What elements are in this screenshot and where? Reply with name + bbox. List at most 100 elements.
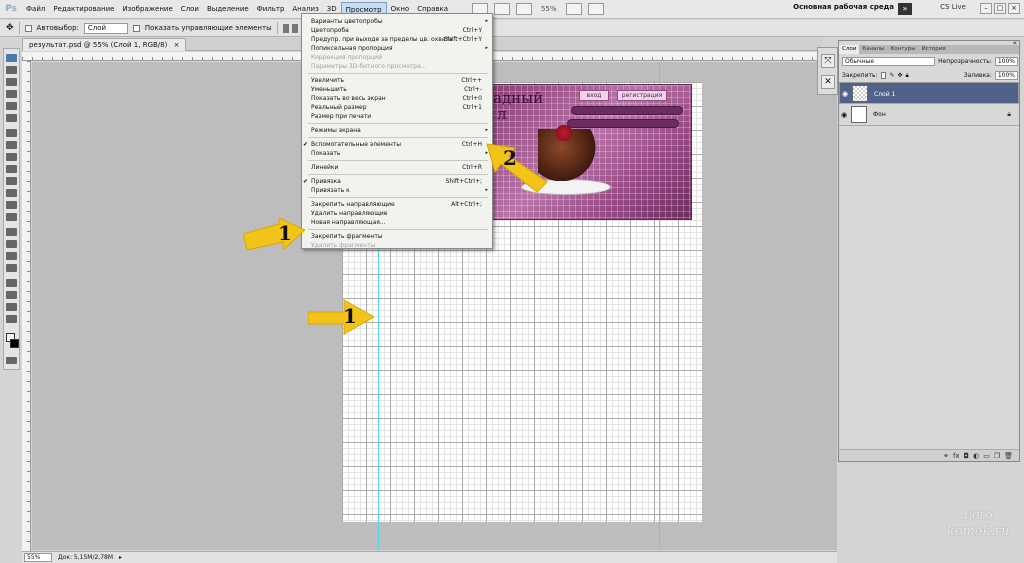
layer-row[interactable]: ◉ Фон 🔒︎ bbox=[839, 104, 1019, 126]
menu-item-snap-to[interactable]: Привязать к ▸ bbox=[302, 186, 492, 195]
minimize-icon[interactable]: – bbox=[980, 3, 992, 14]
marquee-tool-icon[interactable] bbox=[6, 66, 17, 74]
ruler-vertical[interactable] bbox=[22, 61, 31, 551]
annotation-arrow-2 bbox=[486, 143, 548, 193]
menu-item-extras[interactable]: ✔ Вспомогательные элементы Ctrl+H bbox=[302, 140, 492, 149]
tab-layers[interactable]: Слои bbox=[839, 45, 860, 54]
link-layers-icon[interactable]: ⚭ bbox=[943, 452, 949, 460]
workspace-name[interactable]: Основная рабочая среда bbox=[793, 3, 894, 11]
lock-brush-icon[interactable]: ✎ bbox=[889, 72, 894, 79]
cs-live-button[interactable]: CS Live bbox=[940, 3, 966, 11]
tab-paths[interactable]: Контуры bbox=[887, 45, 918, 54]
pen-tool-icon[interactable] bbox=[6, 228, 17, 236]
lock-all-icon[interactable]: 🔒︎ bbox=[906, 72, 909, 80]
document-tab[interactable]: результат.psd @ 55% (Слой 1, RGB/8) × bbox=[22, 38, 187, 51]
autoselect-checkbox[interactable] bbox=[24, 24, 32, 32]
menu-edit[interactable]: Редактирование bbox=[49, 2, 118, 16]
zoom-tool-icon[interactable] bbox=[6, 315, 17, 323]
screen-mode-icon[interactable] bbox=[587, 3, 604, 15]
tab-channels[interactable]: Каналы bbox=[859, 45, 887, 54]
menu-item-screen-mode[interactable]: Режимы экрана ▸ bbox=[302, 126, 492, 135]
new-layer-icon[interactable]: ❐ bbox=[994, 452, 1000, 460]
menu-file[interactable]: Файл bbox=[22, 2, 49, 16]
layer-row[interactable]: ◉ Слой 1 bbox=[839, 82, 1019, 104]
fill-label: Заливка: bbox=[963, 72, 992, 79]
fill-field[interactable]: 100% bbox=[994, 71, 1018, 80]
document-size-info[interactable]: Док: 5,15M/2,78M bbox=[58, 554, 113, 561]
quick-mask-icon[interactable] bbox=[6, 357, 17, 364]
lasso-tool-icon[interactable] bbox=[6, 78, 17, 86]
menu-layers[interactable]: Слои bbox=[177, 2, 203, 16]
tab-history[interactable]: История bbox=[919, 45, 949, 54]
menu-filter[interactable]: Фильтр bbox=[253, 2, 289, 16]
layer-mask-icon[interactable]: ◘ bbox=[964, 452, 970, 460]
visibility-eye-icon[interactable]: ◉ bbox=[841, 111, 847, 119]
hand-tool-icon[interactable] bbox=[6, 303, 17, 311]
shape-tool-icon[interactable] bbox=[6, 264, 17, 272]
menu-item-snap[interactable]: ✔ Привязка Shift+Ctrl+; bbox=[302, 177, 492, 186]
dodge-tool-icon[interactable] bbox=[6, 213, 17, 221]
type-tool-icon[interactable] bbox=[6, 240, 17, 248]
adjustments-panel-icon[interactable]: ⤧ bbox=[821, 54, 835, 68]
menu-item-pixel-aspect[interactable]: Попиксельная пропорция ▸ bbox=[302, 44, 492, 53]
visibility-eye-icon[interactable]: ◉ bbox=[842, 90, 848, 99]
healing-brush-tool-icon[interactable] bbox=[6, 129, 17, 137]
menu-item-clear-slices: Удалить фрагменты bbox=[311, 242, 376, 249]
3d-camera-tool-icon[interactable] bbox=[6, 291, 17, 299]
layer-style-icon[interactable]: fx bbox=[953, 452, 960, 460]
workspace-expand-icon[interactable]: » bbox=[898, 3, 912, 15]
menu-item-zoom-in[interactable]: Увеличить Ctrl++ bbox=[302, 76, 492, 85]
menu-item-zoom-out[interactable]: Уменьшить Ctrl+- bbox=[302, 85, 492, 94]
eraser-tool-icon[interactable] bbox=[6, 177, 17, 185]
menu-item-lock-slices[interactable]: Закрепить фрагменты bbox=[302, 232, 492, 241]
autoselect-dropdown[interactable]: Слой bbox=[83, 22, 128, 34]
brush-tool-icon[interactable] bbox=[6, 141, 17, 149]
menu-item-show[interactable]: Показать ▸ bbox=[302, 149, 492, 158]
tools-panel-icon[interactable]: ✕ bbox=[821, 75, 835, 89]
status-bar: 55% Док: 5,15M/2,78M ▸ bbox=[22, 551, 837, 563]
menu-item-proof-setup[interactable]: Варианты цветопробы ▸ bbox=[302, 17, 492, 26]
move-tool-icon[interactable]: ✥ bbox=[6, 23, 14, 33]
mini-bridge-icon[interactable] bbox=[494, 3, 511, 15]
blend-mode-dropdown[interactable]: Обычные bbox=[842, 57, 936, 66]
view-extras-icon[interactable] bbox=[516, 3, 533, 15]
delete-layer-icon[interactable]: 🗑︎ bbox=[1004, 452, 1013, 460]
menu-item-clear-guides[interactable]: Удалить направляющие bbox=[302, 209, 492, 218]
status-menu-arrow-icon[interactable]: ▸ bbox=[119, 554, 122, 561]
3d-rotate-tool-icon[interactable] bbox=[6, 279, 17, 287]
path-selection-tool-icon[interactable] bbox=[6, 252, 17, 260]
maximize-icon[interactable]: □ bbox=[994, 3, 1006, 14]
clone-stamp-tool-icon[interactable] bbox=[6, 153, 17, 161]
close-icon[interactable]: × bbox=[1008, 3, 1020, 14]
menu-item-print-size[interactable]: Размер при печати bbox=[302, 112, 492, 121]
lock-move-icon[interactable]: ✥ bbox=[897, 72, 902, 79]
crop-tool-icon[interactable] bbox=[6, 102, 17, 110]
arrange-documents-icon[interactable] bbox=[565, 3, 582, 15]
background-color-swatch[interactable] bbox=[10, 339, 19, 348]
menu-item-lock-guides[interactable]: Закрепить направляющие Alt+Ctrl+; bbox=[302, 200, 492, 209]
quick-selection-tool-icon[interactable] bbox=[6, 90, 17, 98]
menu-select[interactable]: Выделение bbox=[203, 2, 253, 16]
show-controls-checkbox[interactable] bbox=[132, 24, 140, 32]
eyedropper-tool-icon[interactable] bbox=[6, 114, 17, 122]
menu-item-gamut-warning[interactable]: Предупр. при выходе за пределы цв. охват… bbox=[302, 35, 492, 44]
menu-item-proof-colors[interactable]: Цветопроба Ctrl+Y bbox=[302, 26, 492, 35]
menu-item-actual-pixels[interactable]: Реальный размер Ctrl+1 bbox=[302, 103, 492, 112]
gradient-tool-icon[interactable] bbox=[6, 189, 17, 197]
group-icon[interactable]: ▭ bbox=[983, 452, 990, 460]
divider bbox=[276, 22, 278, 34]
lock-transparency-icon[interactable] bbox=[880, 72, 887, 79]
menu-item-new-guide[interactable]: Новая направляющая... bbox=[302, 218, 492, 227]
opacity-field[interactable]: 100% bbox=[994, 57, 1018, 66]
move-tool-icon[interactable] bbox=[6, 54, 17, 62]
menu-item-rulers[interactable]: Линейки Ctrl+R bbox=[302, 163, 492, 172]
history-brush-tool-icon[interactable] bbox=[6, 165, 17, 173]
menu-image[interactable]: Изображение bbox=[118, 2, 176, 16]
zoom-level[interactable]: 55% bbox=[541, 5, 557, 13]
blur-tool-icon[interactable] bbox=[6, 201, 17, 209]
banner-bar bbox=[567, 119, 679, 128]
status-zoom-field[interactable]: 55% bbox=[24, 553, 52, 562]
adjustment-layer-icon[interactable]: ◐ bbox=[973, 452, 979, 460]
menu-item-fit-on-screen[interactable]: Показать во весь экран Ctrl+0 bbox=[302, 94, 492, 103]
close-tab-icon[interactable]: × bbox=[174, 41, 180, 49]
